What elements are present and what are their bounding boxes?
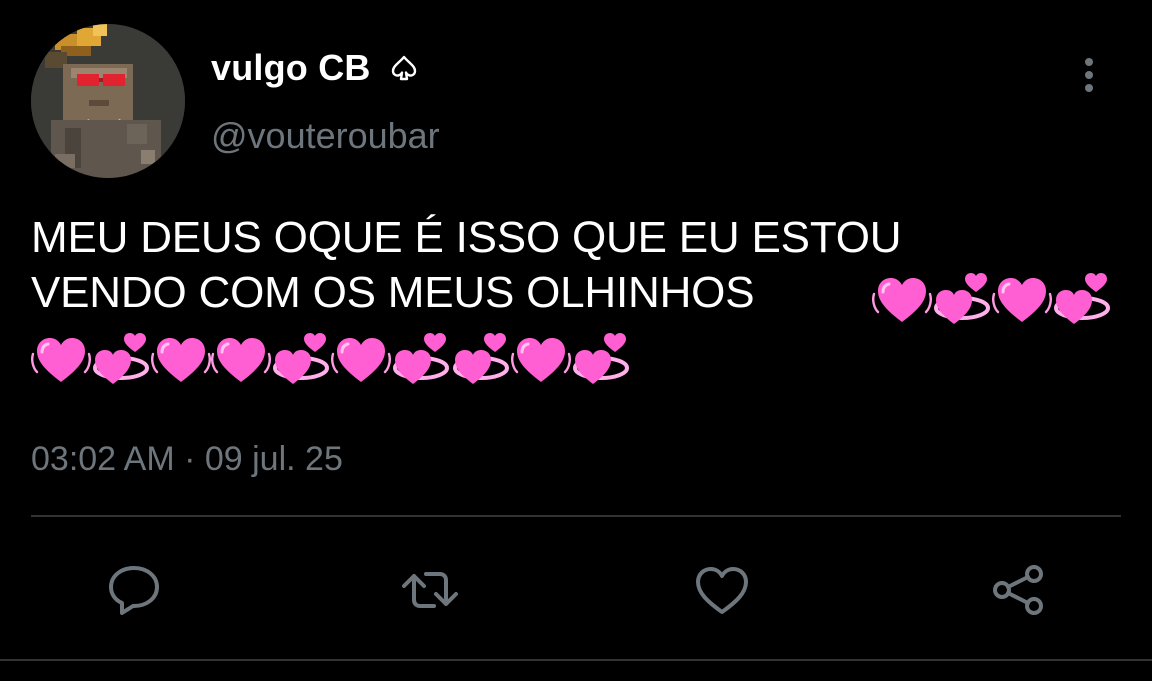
more-options-icon[interactable]	[1076, 54, 1102, 96]
reply-button[interactable]	[104, 560, 164, 620]
growing-heart-emoji-icon	[331, 338, 391, 382]
divider	[31, 515, 1121, 517]
share-button[interactable]	[988, 560, 1048, 620]
growing-heart-emoji-icon	[151, 338, 211, 382]
user-handle[interactable]: @vouteroubar	[211, 114, 440, 158]
revolving-hearts-emoji-icon	[934, 273, 990, 324]
revolving-hearts-emoji-icon	[273, 333, 329, 384]
revolving-hearts-emoji-icon	[453, 333, 509, 384]
tweet-detail: vulgo CB @vouteroubar MEU DEUS OQUE É IS…	[0, 0, 1152, 681]
share-icon	[993, 565, 1043, 615]
avatar[interactable]	[31, 24, 185, 178]
tweet-timestamp[interactable]: 03:02 AM · 09 jul. 25	[31, 437, 343, 481]
emoji-group	[872, 270, 1112, 330]
heart-icon	[696, 567, 748, 614]
reply-icon	[109, 566, 159, 615]
emoji-group	[31, 330, 631, 390]
spade-outline-icon	[391, 55, 417, 81]
growing-heart-emoji-icon	[31, 338, 91, 382]
growing-heart-emoji-icon	[511, 338, 571, 382]
divider	[0, 659, 1152, 661]
avatar-image	[31, 24, 185, 178]
growing-heart-emoji-icon	[211, 338, 271, 382]
retweet-icon	[402, 572, 458, 608]
revolving-hearts-emoji-icon	[393, 333, 449, 384]
revolving-hearts-emoji-icon	[573, 333, 629, 384]
revolving-hearts-emoji-icon	[1054, 273, 1110, 324]
retweet-button[interactable]	[400, 560, 460, 620]
revolving-hearts-emoji-icon	[93, 333, 149, 384]
growing-heart-emoji-icon	[872, 278, 932, 322]
like-button[interactable]	[692, 560, 752, 620]
growing-heart-emoji-icon	[992, 278, 1052, 322]
display-name[interactable]: vulgo CB	[211, 46, 371, 90]
